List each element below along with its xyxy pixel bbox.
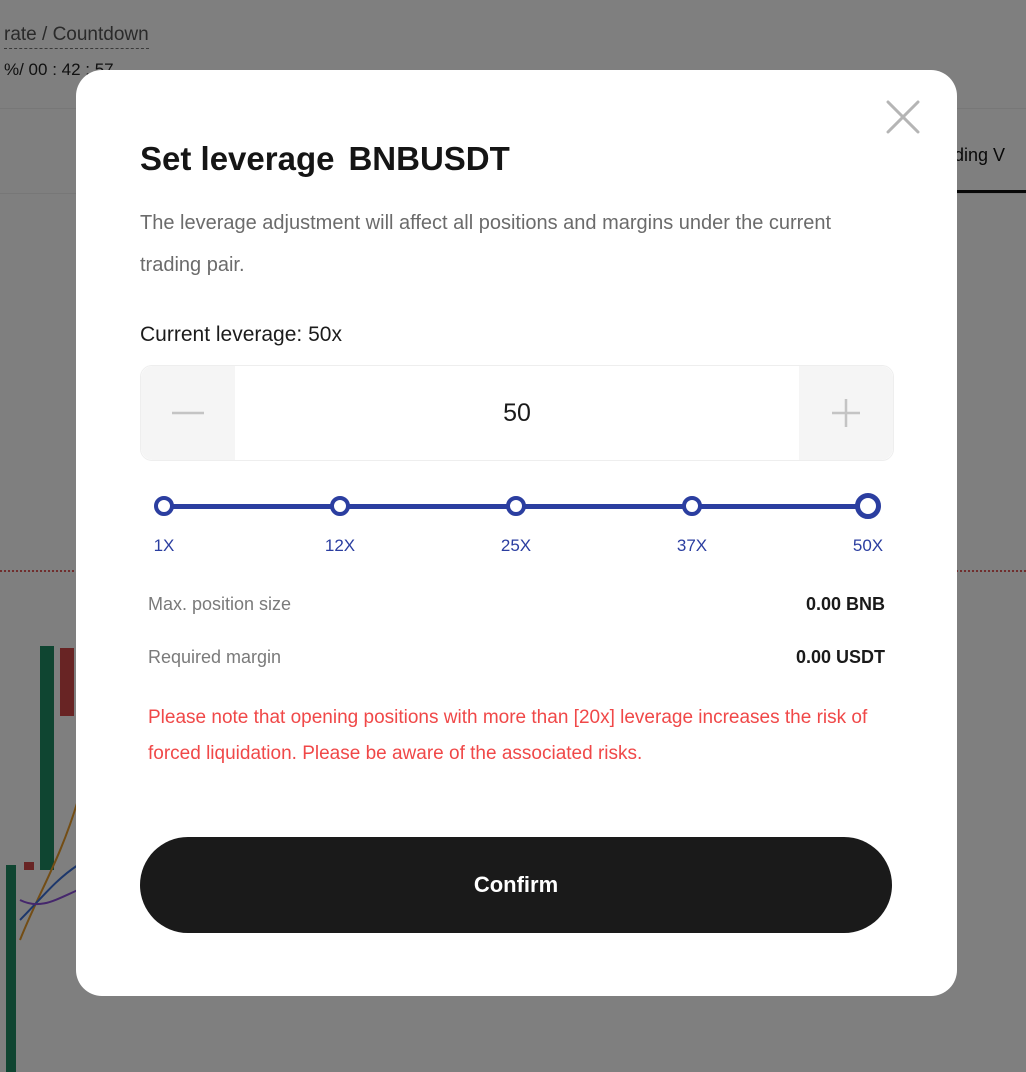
slider-mark-1x[interactable] [154, 496, 174, 516]
dialog-title-symbol: BNBUSDT [348, 140, 510, 177]
minus-icon [172, 411, 204, 415]
slider-label-12x[interactable]: 12X [325, 536, 355, 556]
required-margin-value: 0.00 USDT [795, 647, 885, 667]
max-position-label: Max. position size [148, 594, 292, 614]
max-position-value: 0.00 BNB [805, 594, 885, 614]
current-leverage-label: Current leverage: 50x [140, 323, 342, 346]
plus-icon [832, 399, 860, 427]
required-margin-row: Required margin 0.00 USDT [148, 647, 885, 677]
set-leverage-dialog: Set leverage BNBUSDT The leverage adjustm… [76, 70, 957, 996]
increase-button[interactable] [799, 366, 893, 460]
close-icon [886, 100, 920, 134]
slider-mark-12x[interactable] [330, 496, 350, 516]
slider-label-1x[interactable]: 1X [154, 536, 175, 556]
slider-mark-50x[interactable] [855, 493, 881, 519]
close-button[interactable] [884, 98, 922, 136]
decrease-button[interactable] [141, 366, 235, 460]
leverage-input[interactable] [235, 366, 799, 460]
leverage-stepper [140, 365, 894, 461]
max-position-row: Max. position size 0.00 BNB [148, 594, 885, 624]
slider-mark-37x[interactable] [682, 496, 702, 516]
dialog-title: Set leverage BNBUSDT [140, 140, 524, 178]
dialog-title-text: Set leverage [140, 140, 335, 177]
risk-warning: Please note that opening positions with … [148, 707, 868, 764]
leverage-slider[interactable]: 1X 12X 25X 37X 50X [140, 488, 892, 568]
required-margin-label: Required margin [148, 647, 282, 667]
slider-label-25x[interactable]: 25X [501, 536, 531, 556]
confirm-button[interactable]: Confirm [140, 837, 892, 933]
slider-mark-25x[interactable] [506, 496, 526, 516]
dialog-description: The leverage adjustment will affect all … [140, 212, 832, 276]
slider-label-37x[interactable]: 37X [677, 536, 707, 556]
slider-label-50x[interactable]: 50X [853, 536, 883, 556]
